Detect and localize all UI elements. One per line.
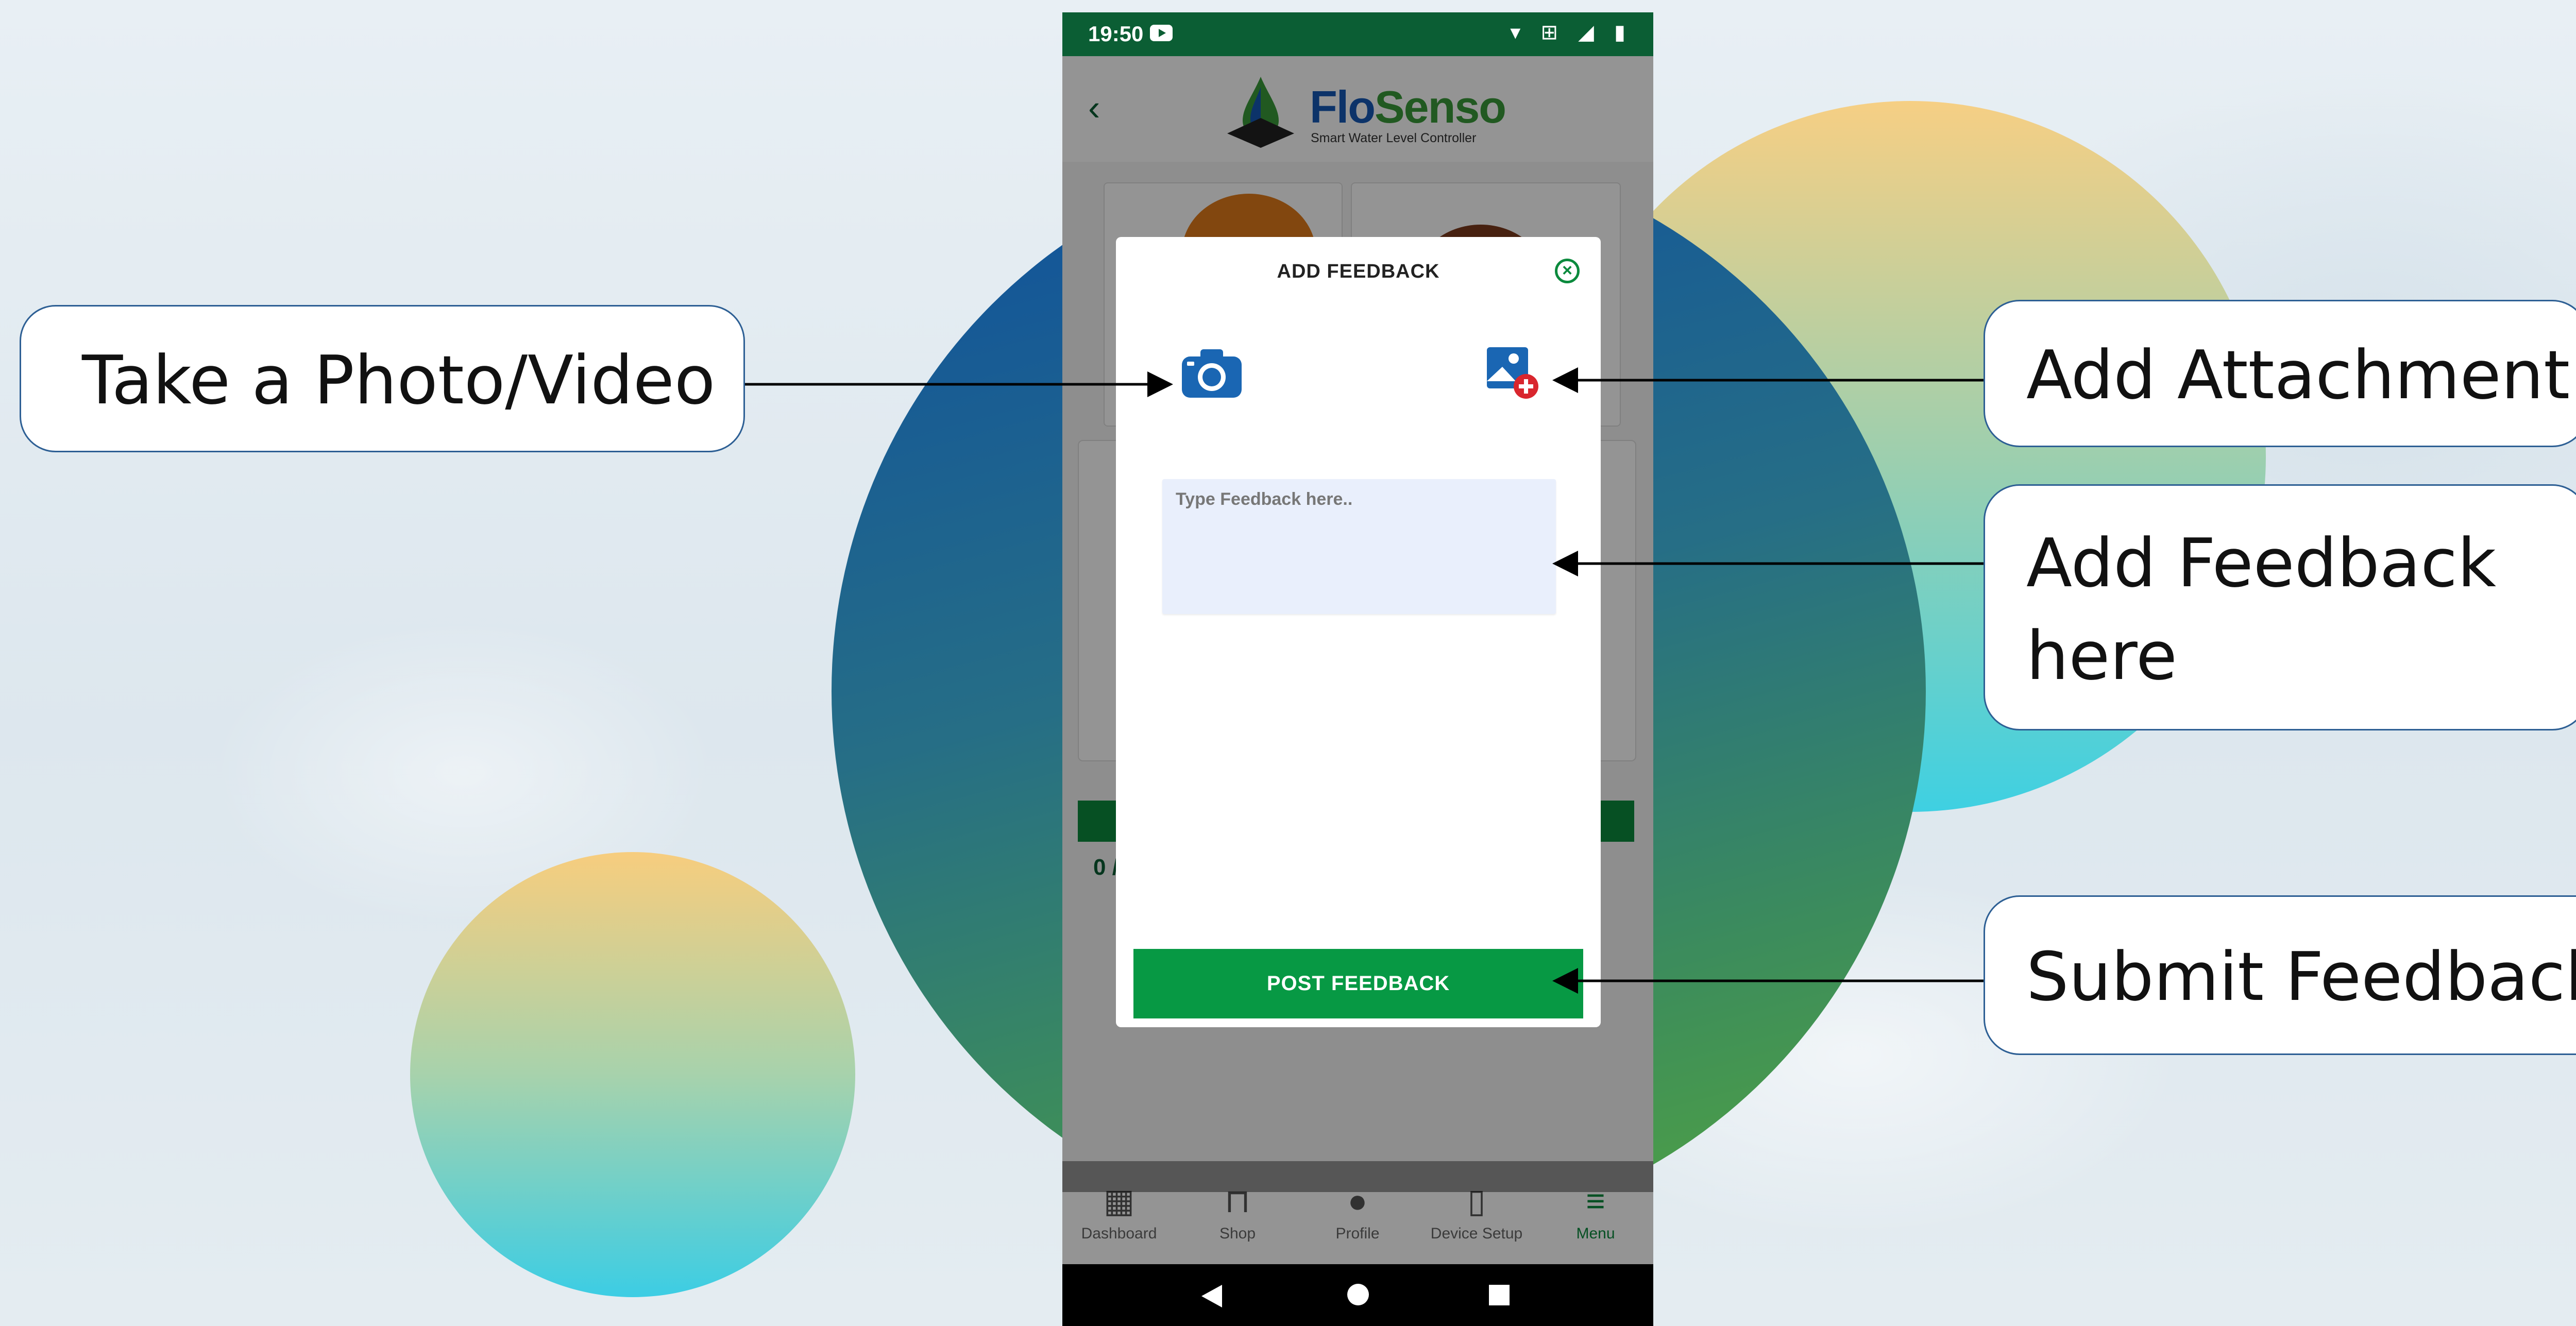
close-icon[interactable]: × <box>1555 259 1580 283</box>
modal-backdrop-lower <box>1062 1161 1653 1264</box>
phone-screen: 19:50 ▾ ⊞ ◢ ▮ ‹ FloSenso Smart Water Lev… <box>1062 12 1653 1326</box>
system-navigation-bar <box>1062 1264 1653 1326</box>
decorative-circle-small <box>410 852 855 1297</box>
camera-icon[interactable] <box>1180 346 1244 400</box>
status-icons: ▾ ⊞ ◢ ▮ <box>1510 21 1633 44</box>
status-bar: 19:50 ▾ ⊞ ◢ ▮ <box>1062 12 1653 56</box>
system-recents-icon[interactable] <box>1489 1285 1510 1305</box>
callout-add-feedback: Add Feedback here <box>1984 484 2576 730</box>
add-feedback-dialog: ADD FEEDBACK × POST FEEDBACK <box>1116 237 1601 1027</box>
feedback-input[interactable] <box>1162 479 1556 614</box>
youtube-notification-icon <box>1150 25 1173 41</box>
dialog-title: ADD FEEDBACK <box>1277 261 1440 282</box>
system-back-icon[interactable] <box>1201 1285 1222 1307</box>
status-time: 19:50 <box>1088 22 1144 46</box>
callout-submit-feedback: Submit Feedback <box>1984 895 2576 1055</box>
post-feedback-button[interactable]: POST FEEDBACK <box>1133 949 1583 1018</box>
system-home-icon[interactable] <box>1347 1284 1369 1305</box>
add-image-icon[interactable] <box>1485 345 1540 401</box>
callout-add-attachment: Add Attachment <box>1984 300 2576 447</box>
callout-take-photo: Take a Photo/Video <box>20 305 745 452</box>
